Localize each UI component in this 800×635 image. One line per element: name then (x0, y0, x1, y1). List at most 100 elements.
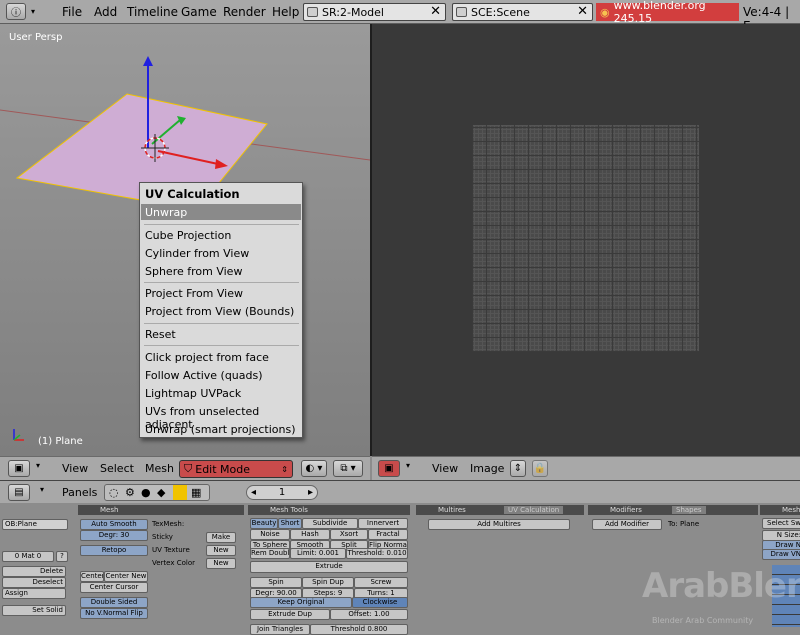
frame-field[interactable]: ◂ 1 ▸ (246, 485, 318, 500)
extrude-button[interactable]: Extrude (250, 561, 408, 573)
object-name-field[interactable]: OB:Plane (2, 519, 68, 530)
window-type-button[interactable]: ⓘ (6, 3, 26, 20)
uv-image-editor[interactable] (372, 24, 800, 456)
add-modifier-button[interactable]: Add Modifier (592, 519, 662, 530)
menu-view[interactable]: View (432, 462, 458, 475)
menu-render[interactable]: Render (223, 5, 266, 19)
spin-dup-button[interactable]: Spin Dup (302, 577, 354, 588)
scene-icon[interactable]: ▦ (191, 486, 201, 499)
menu-mesh[interactable]: Mesh (145, 462, 174, 475)
pivot-button[interactable]: ⧉ ▾ (333, 460, 363, 477)
set-solid-button[interactable]: Set Solid (2, 605, 66, 616)
new-uv-texture-button[interactable]: New (206, 545, 236, 556)
center-new-button[interactable]: Center New (104, 571, 148, 582)
noise-button[interactable]: Noise (250, 529, 290, 540)
menu-item-follow-active[interactable]: Follow Active (quads) (145, 369, 263, 382)
collapse-icon[interactable]: ▾ (28, 3, 38, 20)
scene-selector[interactable]: SCE:Scene ✕ (452, 3, 593, 21)
hash-button[interactable]: Hash (290, 529, 330, 540)
menu-item-sphere-from-view[interactable]: Sphere from View (145, 265, 242, 278)
fractal-button[interactable]: Fractal (368, 529, 408, 540)
add-multires-button[interactable]: Add Multires (428, 519, 570, 530)
center-cursor-button[interactable]: Center Cursor (80, 582, 148, 593)
uv-editor-type-button[interactable]: ▣ (378, 460, 400, 477)
select-swap-button[interactable]: Select Sw (762, 518, 800, 529)
threshold-2-field[interactable]: Threshold 0.800 (310, 624, 408, 635)
menu-item-smart-projections[interactable]: Unwrap (smart projections) (145, 423, 296, 436)
panel-header-mesh-tools[interactable]: Mesh Tools (248, 505, 410, 515)
draw-vnormals-toggle[interactable]: Draw VN (762, 549, 800, 560)
join-triangles-button[interactable]: Join Triangles (250, 624, 310, 635)
extrude-dup-button[interactable]: Extrude Dup (250, 609, 330, 620)
menu-item-project-from-view-bounds[interactable]: Project from View (Bounds) (145, 305, 294, 318)
tab-uv-calculation[interactable]: UV Calculation (504, 506, 564, 514)
logic-icon[interactable]: ◌ (109, 486, 119, 499)
mode-selector[interactable]: ⛉ Edit Mode ⇕ (179, 460, 293, 478)
menu-item-project-from-view[interactable]: Project From View (145, 287, 243, 300)
menu-item-unwrap[interactable]: Unwrap (145, 206, 187, 219)
delete-button[interactable]: Delete (2, 566, 66, 577)
no-vnormal-flip-toggle[interactable]: No V.Normal Flip (80, 608, 148, 619)
lock-icon[interactable]: 🔒 (532, 460, 548, 477)
menu-add[interactable]: Add (94, 5, 117, 19)
menu-item-lightmap-uvpack[interactable]: Lightmap UVPack (145, 387, 241, 400)
arrow-right-icon[interactable]: ▸ (308, 486, 313, 499)
assign-button[interactable]: Assign (2, 588, 66, 599)
subdivide-button[interactable]: Subdivide (302, 518, 358, 529)
collapse-icon[interactable]: ▾ (40, 485, 44, 494)
image-browse-button[interactable]: ⇕ (510, 460, 526, 477)
menu-game[interactable]: Game (181, 5, 217, 19)
collapse-icon[interactable]: ▾ (406, 461, 410, 470)
menu-select[interactable]: Select (100, 462, 134, 475)
object-icon[interactable]: ◆ (157, 486, 165, 499)
short-toggle[interactable]: Short (278, 518, 302, 529)
menu-item-cylinder-from-view[interactable]: Cylinder from View (145, 247, 249, 260)
menu-help[interactable]: Help (272, 5, 299, 19)
draw-type-button[interactable]: ◐ ▾ (301, 460, 327, 477)
auto-smooth-toggle[interactable]: Auto Smooth (80, 519, 148, 530)
tab-shapes[interactable]: Shapes (672, 506, 706, 514)
retopo-toggle[interactable]: Retopo (80, 545, 148, 556)
panel-header-multires[interactable]: Multires UV Calculation (416, 505, 584, 515)
script-icon[interactable]: ⚙ (125, 486, 135, 499)
editing-icon[interactable] (173, 485, 187, 500)
material-index-field[interactable]: 0 Mat 0 (2, 551, 54, 562)
new-vertex-color-button[interactable]: New (206, 558, 236, 569)
screen-selector[interactable]: SR:2-Model ✕ (303, 3, 446, 21)
menu-file[interactable]: File (62, 5, 82, 19)
arrow-left-icon[interactable]: ◂ (251, 486, 256, 499)
deselect-button[interactable]: Deselect (2, 577, 66, 588)
menu-item-click-project[interactable]: Click project from face (145, 351, 269, 364)
menu-item-cube-projection[interactable]: Cube Projection (145, 229, 231, 242)
xsort-button[interactable]: Xsort (330, 529, 368, 540)
make-sticky-button[interactable]: Make (206, 532, 236, 543)
center-button[interactable]: Center (80, 571, 104, 582)
collapse-icon[interactable]: ▾ (36, 461, 40, 470)
panel-header-modifiers[interactable]: Modifiers Shapes (588, 505, 758, 515)
limit-field[interactable]: Limit: 0.001 (290, 548, 346, 559)
innervert-button[interactable]: Innervert (358, 518, 408, 529)
keep-original-toggle[interactable]: Keep Original (250, 597, 352, 608)
screw-button[interactable]: Screw (354, 577, 408, 588)
material-help-button[interactable]: ? (56, 551, 68, 562)
rem-doubles-button[interactable]: Rem Doubl (250, 548, 290, 559)
menu-view[interactable]: View (62, 462, 88, 475)
editor-type-button[interactable]: ▤ (8, 484, 30, 501)
offset-field[interactable]: Offset: 1.00 (330, 609, 408, 620)
panel-header-mesh[interactable]: Mesh (78, 505, 244, 515)
menu-timeline[interactable]: Timeline (127, 5, 178, 19)
menu-item-reset[interactable]: Reset (145, 328, 176, 341)
threshold-field[interactable]: Threshold: 0.010 (346, 548, 408, 559)
degr-field[interactable]: Degr: 30 (80, 530, 148, 541)
clockwise-toggle[interactable]: Clockwise (352, 597, 408, 608)
context-buttons[interactable]: ◌ ⚙ ● ◆ ▦ (104, 484, 210, 501)
spin-button[interactable]: Spin (250, 577, 302, 588)
beauty-toggle[interactable]: Beauty (250, 518, 278, 529)
close-icon[interactable]: ✕ (577, 4, 588, 20)
close-icon[interactable]: ✕ (430, 4, 441, 20)
double-sided-toggle[interactable]: Double Sided (80, 597, 148, 608)
menu-image[interactable]: Image (470, 462, 504, 475)
editor-type-button[interactable]: ▣ (8, 460, 30, 477)
shading-icon[interactable]: ● (141, 486, 151, 499)
panel-header-mesh2[interactable]: Mesh (760, 505, 800, 515)
